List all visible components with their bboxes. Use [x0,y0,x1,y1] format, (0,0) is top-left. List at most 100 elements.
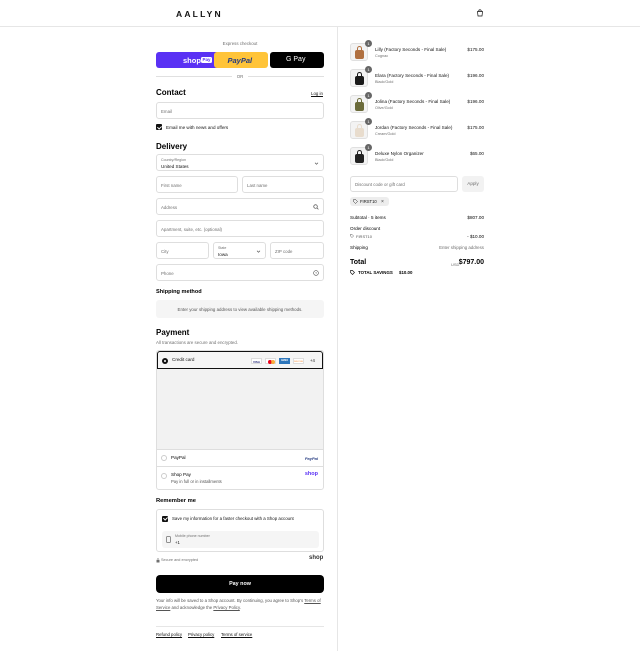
total-savings-label: TOTAL SAVINGS [358,270,393,275]
or-divider-left [156,76,232,77]
refund-policy-link[interactable]: Refund policy [156,632,182,637]
cart-item: 1 Jordan (Factory Seconds - Final Sale) Cr… [338,118,640,147]
help-icon[interactable]: ? [313,270,319,276]
shop-pay-label: Shop Pay [171,472,191,477]
country-value: United States [161,163,189,169]
shop-logo-small: shop [309,555,324,561]
save-info-checkbox[interactable] [162,515,168,522]
paypal-logo: PayPal [304,455,318,461]
zip-field[interactable]: ZIP code [270,242,324,259]
pay-now-button[interactable]: Pay now [156,575,324,593]
visa-icon: VISA [251,357,262,364]
shipping-label: Shipping [350,245,368,250]
or-divider-text: OR [236,73,244,79]
remove-code-icon[interactable]: × [381,199,384,205]
lock-icon [156,558,160,563]
city-placeholder: City [161,248,169,254]
chevron-down-icon [256,250,261,253]
discount-amount: - $10.00 [467,234,484,239]
last-name-placeholder: Last name [247,182,268,188]
cart-item: 1 Jolina (Factory Seconds - Final Sale) Ol… [338,92,640,121]
card-details-area [157,369,323,449]
phone-field[interactable]: Phone ? [156,264,324,281]
cart-item: 1 Deluxe Nylon Organizer Black/Gold $65.00 [338,144,640,173]
product-variant: Black/Gold [375,158,394,162]
discount-code-field[interactable]: Discount code or gift card [350,176,458,192]
city-field[interactable]: City [156,242,209,259]
apply-discount-button[interactable]: Apply [462,176,484,192]
phone-icon [166,536,171,543]
svg-text:?: ? [315,271,317,275]
product-variant: Cream/Gold [375,132,396,136]
zip-placeholder: ZIP code [275,248,293,254]
legal-text: Your info will be saved to a Shop accoun… [156,598,324,611]
address-field[interactable]: Address [156,198,324,215]
phone-placeholder: Phone [161,270,174,276]
mobile-phone-label: Mobile phone number [175,534,210,538]
subtotal-value: $807.00 [467,215,484,220]
discount-code-summary: FIRST10 [356,234,373,239]
legal-end: . [239,604,241,610]
apply-label: Apply [467,181,479,186]
product-price: $175.00 [467,125,484,130]
paypal-button[interactable]: PayPal [213,52,268,68]
news-checkbox[interactable] [156,124,162,130]
quantity-badge: 1 [365,118,372,125]
remember-box: Save my information for a faster checkou… [156,509,324,552]
apartment-placeholder: Apartment, suite, etc. (optional) [161,226,223,232]
shipping-method-title: Shipping method [156,289,202,295]
shopping-bag-icon[interactable] [476,9,484,17]
login-link[interactable]: Log in [311,91,323,96]
mobile-phone-value: +1 [175,539,180,545]
shop-pay-radio[interactable] [161,473,167,479]
first-name-field[interactable]: First name [156,176,238,193]
state-select[interactable]: State Iowa [213,242,266,259]
delivery-title: Delivery [156,142,188,151]
amex-icon: AMEX [279,357,290,364]
mobile-phone-field[interactable]: Mobile phone number +1 [162,531,319,548]
terms-of-service-footer-link[interactable]: Terms of service [221,632,252,637]
quantity-badge: 1 [365,144,372,151]
discover-icon: DISCOVER [293,357,304,364]
product-name: Elara (Factory Seconds - Final Sale) [375,73,450,78]
save-info-label: Save my information for a faster checkou… [172,516,294,521]
chevron-down-icon [314,162,319,165]
footer-divider [156,626,324,627]
quantity-badge: 1 [365,66,372,73]
paypal-option[interactable]: PayPal PayPal [157,449,323,466]
header: AALLYN [0,0,640,27]
store-logo[interactable]: AALLYN [176,9,223,19]
express-checkout-label: Express checkout [222,41,258,46]
country-label: Country/Region [161,158,186,162]
state-label: State [218,246,227,250]
quantity-badge: 1 [365,92,372,99]
google-pay-button[interactable]: G Pay [270,52,324,68]
shop-pay-logo: shop [183,55,201,65]
privacy-policy-link[interactable]: Privacy Policy [213,605,239,610]
product-name: Jolina (Factory Seconds - Final Sale) [375,99,451,104]
more-cards-count: +4 [310,358,315,363]
tag-icon [350,234,354,238]
credit-card-option[interactable]: Credit card VISA AMEX DISCOVER +4 [157,351,323,369]
subtotal-label: Subtotal · 5 items [350,215,386,220]
payment-subtitle: All transactions are secure and encrypte… [156,340,239,345]
or-divider-right [248,76,324,77]
product-variant: Black/Gold [375,80,394,84]
product-price: $196.00 [467,99,484,104]
email-field[interactable]: Email [156,102,324,119]
paypal-label: PayPal [171,455,186,460]
contact-title: Contact [156,88,186,97]
apartment-field[interactable]: Apartment, suite, etc. (optional) [156,220,324,237]
country-select[interactable]: Country/Region United States [156,154,324,171]
shop-pay-option[interactable]: Shop Pay Pay in full or in installments … [157,466,323,489]
product-name: Lilly (Factory Seconds - Final Sale) [375,47,447,52]
cart-item: 1 Lilly (Factory Seconds - Final Sale) Cog… [338,40,640,69]
paypal-radio[interactable] [161,455,167,461]
paypal-logo: PayPal [227,55,253,65]
last-name-field[interactable]: Last name [242,176,324,193]
credit-card-radio[interactable] [162,357,168,364]
privacy-policy-footer-link[interactable]: Privacy policy [188,632,214,637]
product-variant: Cognac [375,54,389,58]
total-value: $797.00 [458,259,484,266]
mastercard-icon [265,357,276,364]
